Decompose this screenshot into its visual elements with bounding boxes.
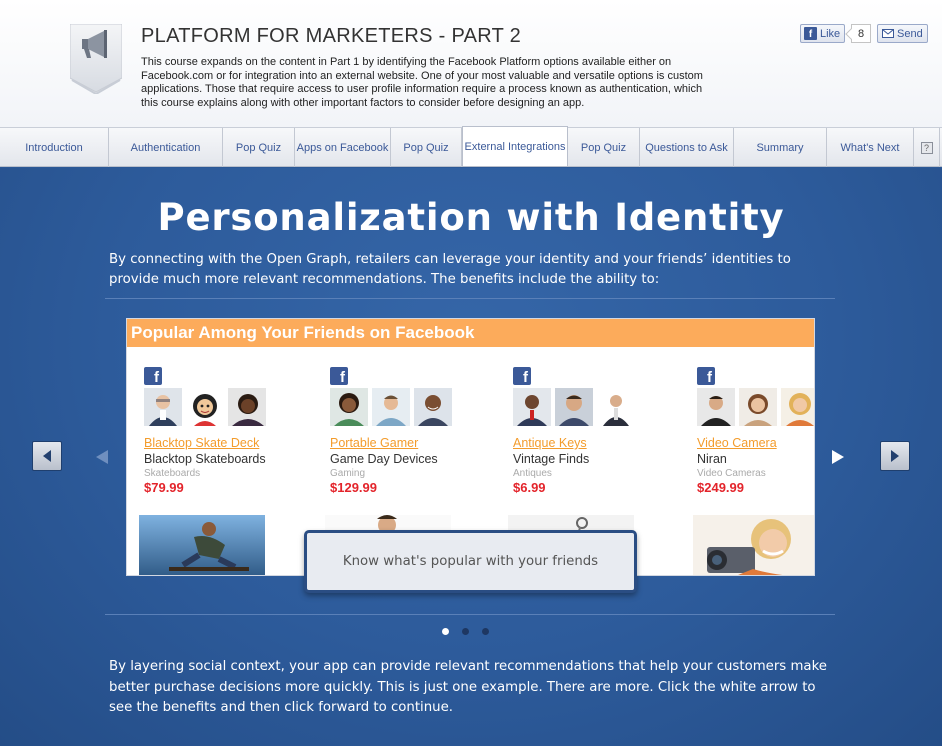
product-card: f Antique Keys Vintage Finds Antiques $6… — [513, 367, 683, 495]
help-button[interactable]: ? — [914, 128, 940, 167]
facebook-icon: f — [804, 27, 817, 40]
pagination-dot-1[interactable] — [442, 628, 449, 635]
facebook-icon: f — [513, 367, 531, 385]
product-link[interactable]: Portable Gamer — [330, 436, 500, 450]
next-slide-button[interactable] — [880, 441, 910, 471]
skateboarder-image — [139, 515, 265, 575]
arrow-left-icon — [43, 450, 51, 462]
carousel-next-arrow-icon[interactable] — [831, 449, 845, 465]
tab-introduction[interactable]: Introduction — [0, 128, 109, 167]
avatar — [781, 388, 814, 426]
avatar — [739, 388, 777, 426]
product-card: f Blacktop Skate Deck Blacktop Skateboar… — [144, 367, 314, 495]
avatar — [513, 388, 551, 426]
course-header: PLATFORM FOR MARKETERS - PART 2 This cou… — [0, 0, 942, 128]
carousel-pagination — [442, 628, 489, 635]
product-store: Niran — [697, 452, 727, 466]
tab-pop-quiz-2[interactable]: Pop Quiz — [391, 128, 462, 167]
avatar — [228, 388, 266, 426]
tab-whats-next[interactable]: What's Next — [827, 128, 914, 167]
send-label: Send — [897, 27, 923, 40]
tab-questions-to-ask[interactable]: Questions to Ask — [640, 128, 734, 167]
like-label: Like — [820, 27, 841, 40]
facebook-icon: f — [330, 367, 348, 385]
product-store: Game Day Devices — [330, 452, 438, 466]
avatar — [414, 388, 452, 426]
friend-avatars — [144, 388, 314, 426]
main-content: Personalization with Identity By connect… — [0, 168, 942, 746]
friend-avatars — [697, 388, 814, 426]
outro-text: By layering social context, your app can… — [109, 659, 827, 715]
intro-text: By connecting with the Open Graph, retai… — [109, 252, 791, 287]
megaphone-icon — [70, 24, 122, 94]
facebook-icon: f — [144, 367, 162, 385]
slide-caption: Know what's popular with your friends — [304, 530, 637, 593]
product-link[interactable]: Antique Keys — [513, 436, 683, 450]
friend-avatars — [330, 388, 500, 426]
facebook-send-button[interactable]: Send — [877, 24, 928, 43]
facebook-icon: f — [697, 367, 715, 385]
arrow-right-icon — [891, 450, 899, 462]
tab-pop-quiz-1[interactable]: Pop Quiz — [223, 128, 295, 167]
product-store: Vintage Finds — [513, 452, 590, 466]
product-card: f Portable Gamer Game Day Devices Gaming… — [330, 367, 500, 495]
product-card: f Video Camera Niran Video Cameras $249.… — [697, 367, 814, 495]
product-category: Video Cameras — [697, 468, 766, 479]
avatar — [372, 388, 410, 426]
panel-heading: Popular Among Your Friends on Facebook — [127, 319, 814, 347]
course-tabs: Introduction Authentication Pop Quiz App… — [0, 126, 942, 167]
product-category: Skateboards — [144, 468, 201, 479]
product-link[interactable]: Video Camera — [697, 436, 814, 450]
tab-apps-on-facebook[interactable]: Apps on Facebook — [295, 128, 391, 167]
tab-summary[interactable]: Summary — [734, 128, 827, 167]
facebook-like-button[interactable]: f Like — [800, 24, 845, 43]
like-count: 8 — [851, 24, 871, 43]
page-title: PLATFORM FOR MARKETERS - PART 2 — [141, 25, 522, 47]
previous-slide-button[interactable] — [32, 441, 62, 471]
product-price: $129.99 — [330, 480, 377, 495]
avatar — [597, 388, 635, 426]
course-description: This course expands on the content in Pa… — [141, 56, 703, 109]
product-category: Gaming — [330, 468, 366, 479]
product-link[interactable]: Blacktop Skate Deck — [144, 436, 314, 450]
avatar — [697, 388, 735, 426]
product-price: $79.99 — [144, 480, 184, 495]
pagination-dot-3[interactable] — [482, 628, 489, 635]
product-price: $249.99 — [697, 480, 744, 495]
avatar — [555, 388, 593, 426]
video-camera-image — [693, 515, 814, 575]
product-category: Antiques — [513, 468, 552, 479]
divider — [105, 614, 835, 615]
pagination-dot-2[interactable] — [462, 628, 469, 635]
envelope-icon — [882, 29, 894, 38]
slide-title: Personalization with Identity — [157, 196, 785, 239]
help-icon: ? — [920, 141, 933, 154]
tab-external-integrations[interactable]: External Integrations — [462, 126, 568, 166]
friend-avatars — [513, 388, 683, 426]
tab-authentication[interactable]: Authentication — [109, 128, 223, 167]
avatar — [144, 388, 182, 426]
divider — [105, 298, 835, 299]
product-price: $6.99 — [513, 480, 546, 495]
avatar — [330, 388, 368, 426]
carousel-prev-arrow-icon[interactable] — [95, 449, 109, 465]
tab-pop-quiz-3[interactable]: Pop Quiz — [568, 128, 640, 167]
avatar — [186, 388, 224, 426]
product-store: Blacktop Skateboards — [144, 452, 266, 466]
